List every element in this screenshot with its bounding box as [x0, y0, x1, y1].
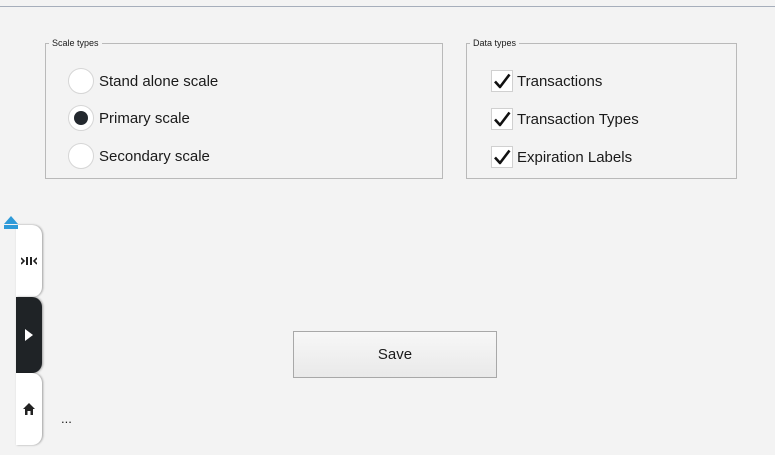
radio-button[interactable]: [68, 143, 94, 169]
radio-button[interactable]: [68, 68, 94, 94]
checkmark-icon: [494, 149, 511, 165]
home-icon: [23, 403, 35, 415]
scale-types-group: Scale types Stand alone scale Primary sc…: [45, 38, 443, 179]
side-tab-scale[interactable]: [16, 225, 42, 297]
checkbox-transaction-types[interactable]: Transaction Types: [491, 108, 639, 130]
checkbox[interactable]: [491, 108, 513, 130]
data-types-group: Data types Transactions Transaction Type…: [466, 38, 737, 179]
radio-label: Stand alone scale: [99, 72, 219, 90]
checkbox[interactable]: [491, 146, 513, 168]
radio-label: Secondary scale: [99, 147, 210, 165]
checkmark-icon: [494, 111, 511, 127]
side-tab-home[interactable]: [16, 373, 42, 445]
checkbox-label: Transactions: [517, 72, 603, 90]
checkbox[interactable]: [491, 70, 513, 92]
radio-primary-scale[interactable]: Primary scale: [68, 105, 190, 131]
active-indicator-bar: [4, 225, 18, 229]
scale-icon: [21, 257, 37, 265]
checkbox-transactions[interactable]: Transactions: [491, 70, 602, 92]
status-ellipsis: ...: [61, 411, 72, 426]
radio-button[interactable]: [68, 105, 94, 131]
top-divider: [0, 0, 775, 7]
checkbox-label: Expiration Labels: [517, 148, 633, 166]
scale-types-legend: Scale types: [52, 38, 99, 48]
radio-label: Primary scale: [99, 109, 190, 127]
radio-secondary-scale[interactable]: Secondary scale: [68, 143, 210, 169]
checkmark-icon: [494, 73, 511, 89]
side-nav: [16, 225, 42, 455]
play-icon: [25, 329, 33, 341]
data-types-legend: Data types: [473, 38, 517, 48]
radio-selected-dot: [74, 111, 88, 125]
checkbox-label: Transaction Types: [517, 110, 639, 128]
save-button[interactable]: Save: [293, 331, 497, 378]
checkbox-expiration-labels[interactable]: Expiration Labels: [491, 146, 632, 168]
side-tab-play[interactable]: [16, 297, 42, 373]
radio-stand-alone-scale[interactable]: Stand alone scale: [68, 68, 218, 94]
active-indicator-arrow: [4, 216, 18, 224]
settings-screen: Scale types Stand alone scale Primary sc…: [0, 0, 775, 455]
